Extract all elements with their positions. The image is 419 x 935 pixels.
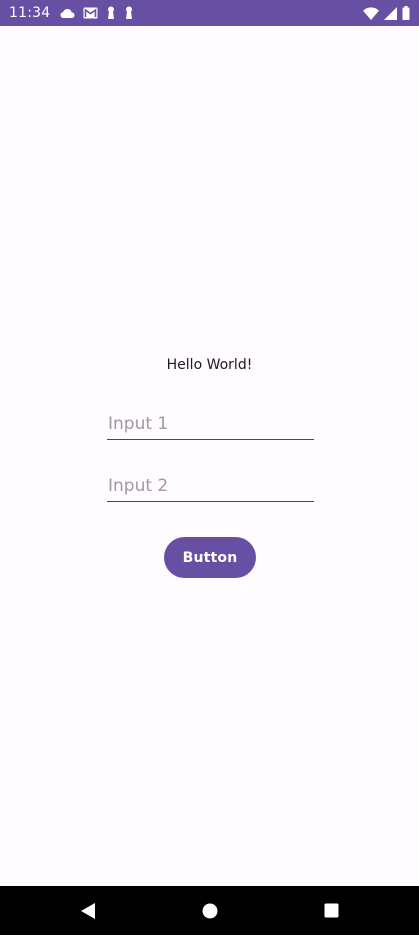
- back-icon: [80, 902, 96, 920]
- main-button[interactable]: Button: [164, 537, 256, 578]
- back-button[interactable]: [63, 886, 113, 935]
- recents-icon: [324, 903, 339, 918]
- home-button[interactable]: [185, 886, 235, 935]
- notification-icons: [60, 6, 134, 20]
- home-icon: [202, 903, 218, 919]
- status-time: 11:34: [9, 5, 51, 21]
- recents-button[interactable]: [306, 886, 356, 935]
- gmail-icon: [83, 7, 98, 19]
- status-bar: 11:34: [0, 0, 419, 26]
- input-1-field[interactable]: [107, 411, 314, 440]
- input-2-field[interactable]: [107, 473, 314, 502]
- keyhole-icon: [124, 6, 134, 20]
- cloud-icon: [60, 8, 75, 19]
- system-icons: [363, 6, 410, 20]
- hello-text: Hello World!: [166, 357, 253, 373]
- keyhole-icon: [106, 6, 116, 20]
- navigation-bar: [0, 886, 419, 935]
- signal-icon: [384, 6, 397, 20]
- wifi-icon: [363, 6, 379, 20]
- battery-icon: [402, 6, 410, 20]
